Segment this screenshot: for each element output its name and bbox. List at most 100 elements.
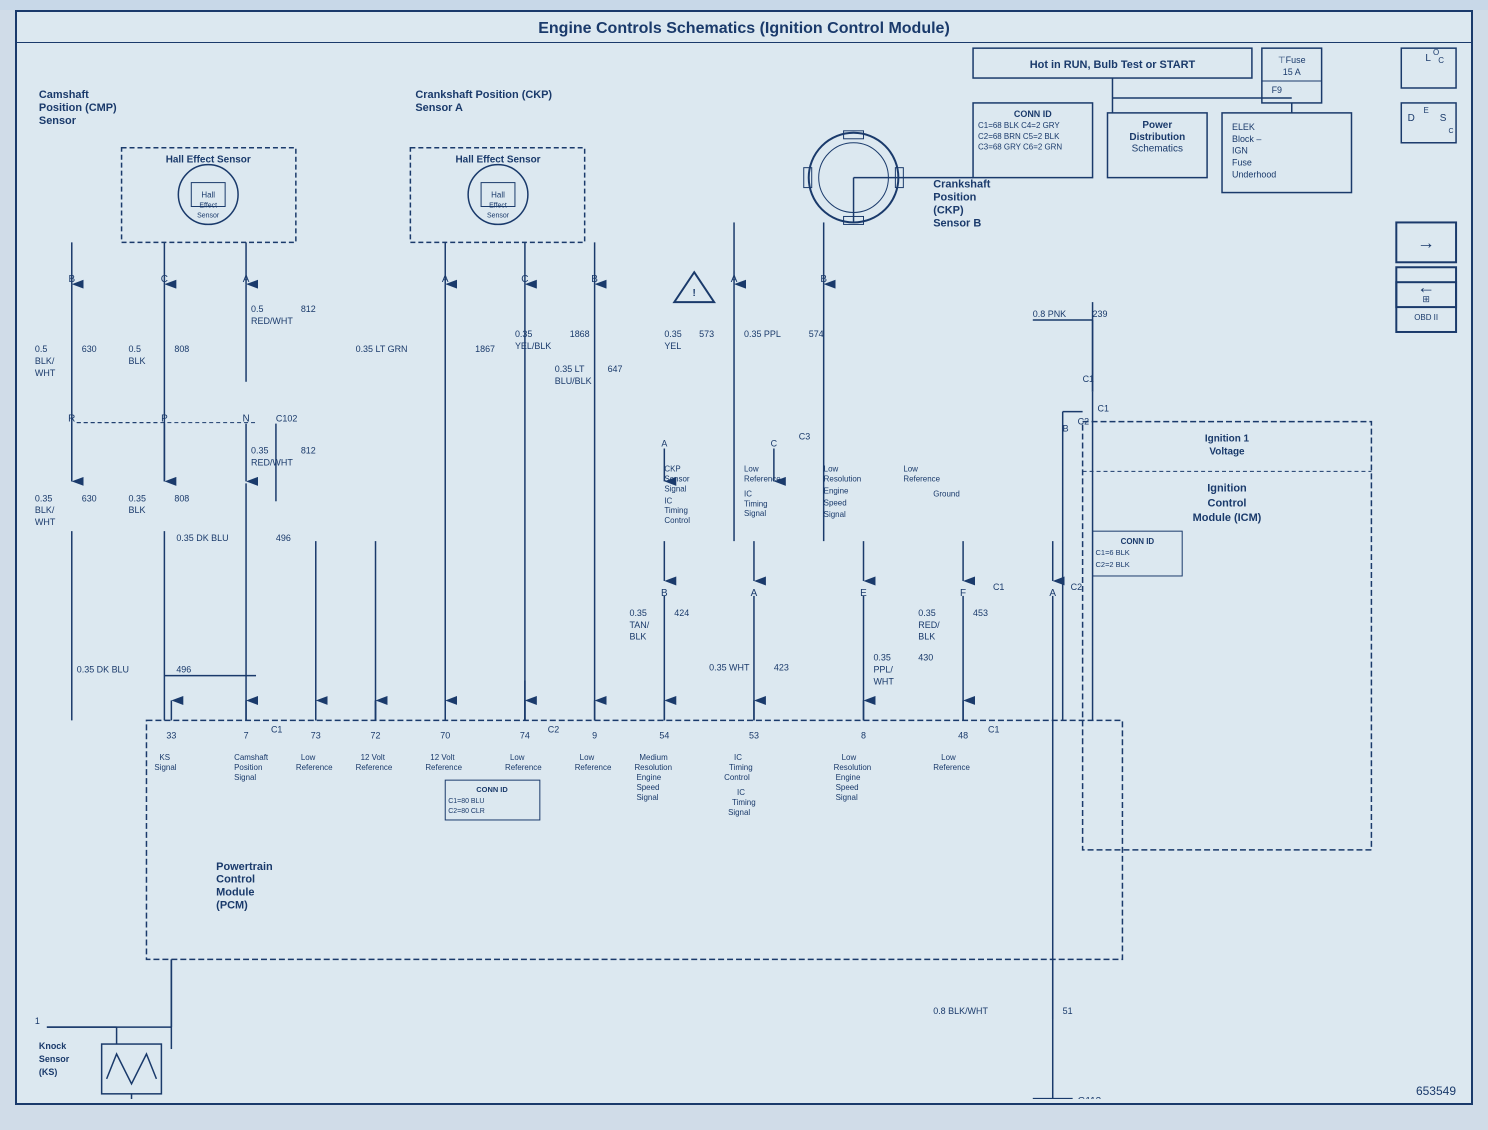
svg-text:S: S [1440,113,1447,124]
svg-text:C1=68 BLK C4=2 GRY: C1=68 BLK C4=2 GRY [978,121,1060,130]
svg-text:496: 496 [176,665,191,675]
svg-text:Reference: Reference [425,763,462,772]
svg-text:812: 812 [301,304,316,314]
svg-text:PPL/: PPL/ [873,665,893,675]
svg-text:Sensor: Sensor [39,1054,70,1064]
svg-text:C2: C2 [1071,582,1082,592]
svg-text:Distribution: Distribution [1129,132,1185,143]
svg-text:1: 1 [35,1016,40,1026]
svg-text:12 Volt: 12 Volt [430,753,455,762]
svg-text:Speed: Speed [636,783,659,792]
svg-text:0.8 BLK/WHT: 0.8 BLK/WHT [933,1006,988,1016]
svg-text:53: 53 [749,730,759,740]
svg-text:Resolution: Resolution [824,474,862,483]
svg-text:BLK: BLK [129,505,146,515]
svg-text:E: E [1424,106,1429,115]
svg-text:Underhood: Underhood [1232,170,1276,180]
svg-text:C3=68 GRY C6=2 GRN: C3=68 GRY C6=2 GRN [978,143,1062,152]
svg-text:Reference: Reference [933,763,970,772]
svg-text:0.35: 0.35 [129,493,146,503]
svg-text:Signal: Signal [744,509,766,518]
svg-text:15 A: 15 A [1283,67,1301,77]
svg-text:Ground: Ground [933,489,960,498]
svg-text:12 Volt: 12 Volt [361,753,386,762]
svg-text:TAN/: TAN/ [629,620,649,630]
svg-text:8: 8 [861,730,866,740]
svg-text:Ignition 1: Ignition 1 [1205,434,1250,445]
svg-text:BLK/: BLK/ [35,505,55,515]
svg-text:Timing: Timing [664,506,688,515]
svg-text:RED/WHT: RED/WHT [251,316,293,326]
schematic-area: Hot in RUN, Bulb Test or START ⊤Fuse 15 … [17,43,1471,1099]
svg-text:Camshaft: Camshaft [39,89,89,101]
svg-text:⊤Fuse: ⊤Fuse [1278,55,1306,65]
svg-text:Crankshaft Position (CKP): Crankshaft Position (CKP) [415,89,552,101]
svg-text:Sensor B: Sensor B [933,217,981,229]
svg-text:Timing: Timing [732,798,756,807]
svg-text:70: 70 [440,730,450,740]
svg-text:Ignition: Ignition [1207,482,1246,494]
svg-text:Signal: Signal [664,484,686,493]
svg-text:0.5: 0.5 [251,304,263,314]
svg-text:Module (ICM): Module (ICM) [1193,512,1262,524]
svg-text:Engine: Engine [836,773,861,782]
svg-text:C3: C3 [799,432,810,442]
svg-text:Sensor: Sensor [39,115,77,127]
svg-text:Effect: Effect [489,203,507,210]
svg-text:Camshaft: Camshaft [234,753,269,762]
svg-text:Low: Low [301,753,316,762]
svg-text:RED/: RED/ [918,620,940,630]
svg-text:Reference: Reference [296,763,333,772]
svg-text:72: 72 [371,730,381,740]
svg-text:C2=80 CLR: C2=80 CLR [448,808,485,815]
svg-text:430: 430 [918,653,933,663]
svg-text:YEL: YEL [664,341,681,351]
svg-text:Block –: Block – [1232,134,1261,144]
svg-text:C1=80 BLU: C1=80 BLU [448,798,484,805]
svg-text:C1: C1 [988,724,999,734]
svg-text:L: L [1425,53,1431,64]
svg-text:0.5: 0.5 [129,344,141,354]
svg-text:Position: Position [933,192,976,204]
svg-text:OBD II: OBD II [1414,313,1438,322]
svg-text:C2=2 BLK: C2=2 BLK [1096,560,1130,569]
svg-text:808: 808 [174,344,189,354]
svg-text:R: R [68,414,75,425]
svg-text:C102: C102 [276,414,297,424]
svg-text:Power: Power [1142,120,1172,131]
svg-text:Schematics: Schematics [1132,144,1183,155]
svg-text:7: 7 [244,730,249,740]
svg-text:Speed: Speed [836,783,859,792]
svg-text:IC: IC [664,496,672,505]
svg-text:0.8 PNK: 0.8 PNK [1033,309,1066,319]
svg-text:647: 647 [608,364,623,374]
svg-text:Position (CMP): Position (CMP) [39,102,117,114]
svg-text:C1: C1 [271,724,282,734]
svg-text:496: 496 [276,533,291,543]
svg-text:Reference: Reference [356,763,393,772]
svg-text:CONN ID: CONN ID [1121,537,1155,546]
svg-text:BLK: BLK [129,356,146,366]
svg-text:Reference: Reference [505,763,542,772]
svg-text:ELEK: ELEK [1232,122,1255,132]
svg-text:IC: IC [734,753,742,762]
svg-text:1867: 1867 [475,344,495,354]
svg-text:0.5: 0.5 [35,344,47,354]
svg-text:1868: 1868 [570,329,590,339]
svg-text:←: ← [1417,277,1435,297]
svg-text:48: 48 [958,730,968,740]
svg-text:0.35: 0.35 [35,493,52,503]
svg-text:Reference: Reference [744,474,781,483]
svg-text:F9: F9 [1272,85,1282,95]
svg-text:453: 453 [973,608,988,618]
svg-text:Low: Low [903,464,918,473]
svg-text:Signal: Signal [836,793,858,802]
svg-text:Signal: Signal [636,793,658,802]
svg-text:Hall: Hall [491,191,505,200]
svg-text:Engine: Engine [824,486,849,495]
svg-text:C: C [1438,56,1444,65]
svg-text:Hall: Hall [201,191,215,200]
svg-text:0.35: 0.35 [873,653,890,663]
page: Engine Controls Schematics (Ignition Con… [0,10,1488,1130]
svg-text:74: 74 [520,730,530,740]
